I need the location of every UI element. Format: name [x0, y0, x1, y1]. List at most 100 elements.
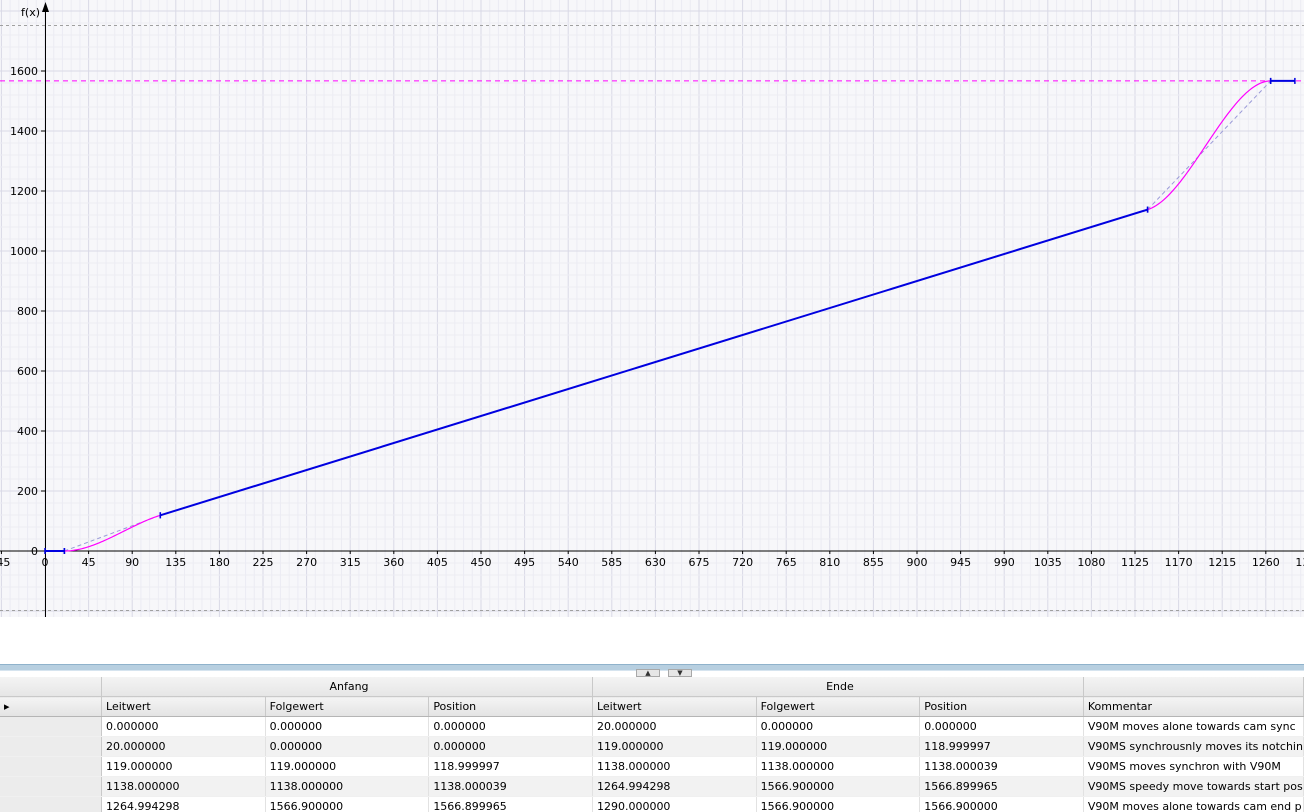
cell-start-leitwert[interactable]: 20.000000: [101, 736, 266, 757]
table-group-header-row: Anfang Ende: [0, 677, 1304, 697]
col-header-start-folgewert[interactable]: Folgewert: [265, 696, 430, 717]
x-tick-label: -45: [0, 556, 10, 569]
cell-start-position[interactable]: 1138.000039: [428, 776, 593, 797]
chart-canvas[interactable]: -45 0 45 90 135 180 225 270 315 360 405 450 495 540 58…: [0, 0, 1304, 617]
col-header-end-folgewert[interactable]: Folgewert: [756, 696, 921, 717]
col-header-end-leitwert[interactable]: Leitwert: [592, 696, 757, 717]
collapse-down-button[interactable]: ▼: [668, 669, 692, 677]
cell-start-position[interactable]: 1566.899965: [428, 796, 593, 812]
y-tick-label: 1400: [10, 125, 38, 138]
y-tick-label: 1200: [10, 185, 38, 198]
table-row[interactable]: 119.000000 119.000000 118.999997 1138.00…: [0, 756, 1304, 777]
cell-end-leitwert[interactable]: 119.000000: [592, 736, 757, 757]
cell-start-leitwert[interactable]: 119.000000: [101, 756, 266, 777]
cell-end-leitwert[interactable]: 1290.000000: [592, 796, 757, 812]
x-tick-label: 90: [125, 556, 139, 569]
x-tick-label: 900: [907, 556, 928, 569]
col-header-end-position[interactable]: Position: [919, 696, 1084, 717]
cell-end-position[interactable]: 1566.900000: [919, 796, 1084, 812]
x-tick-label: 225: [253, 556, 274, 569]
x-tick-label: 585: [601, 556, 622, 569]
cell-end-folgewert[interactable]: 0.000000: [756, 716, 921, 737]
group-header-end: Ende: [592, 677, 1084, 697]
x-tick-label: 1125: [1121, 556, 1149, 569]
cell-start-folgewert[interactable]: 1138.000000: [265, 776, 430, 797]
cell-start-folgewert[interactable]: 119.000000: [265, 756, 430, 777]
x-tick-label: 630: [645, 556, 666, 569]
collapse-up-button[interactable]: ▲: [636, 669, 660, 677]
row-header-cell[interactable]: [0, 756, 103, 777]
cell-start-folgewert[interactable]: 1566.900000: [265, 796, 430, 812]
y-axis-label: f(x): [21, 6, 40, 19]
cell-end-folgewert[interactable]: 1566.900000: [756, 776, 921, 797]
cell-end-position[interactable]: 1566.899965: [919, 776, 1084, 797]
row-header-cell[interactable]: [0, 776, 103, 797]
col-header-start-position[interactable]: Position: [428, 696, 593, 717]
x-tick-label: 945: [950, 556, 971, 569]
group-header-start: Anfang: [101, 677, 593, 697]
cell-start-position[interactable]: 0.000000: [428, 716, 593, 737]
cell-end-position[interactable]: 0.000000: [919, 716, 1084, 737]
cell-kommentar[interactable]: V90M moves alone towards cam end p: [1083, 796, 1304, 812]
table-row[interactable]: 20.000000 0.000000 0.000000 119.000000 1…: [0, 736, 1304, 757]
col-header-kommentar[interactable]: Kommentar: [1083, 696, 1304, 717]
x-tick-label: 495: [514, 556, 535, 569]
x-tick-label: 360: [383, 556, 404, 569]
cell-kommentar[interactable]: V90MS synchrousnly moves its notchin: [1083, 736, 1304, 757]
cam-segment-table[interactable]: Anfang Ende ▸ Leitwert Folgewert Positio…: [0, 677, 1304, 812]
row-header-corner: [0, 677, 103, 697]
x-tick-label: 540: [558, 556, 579, 569]
cell-start-leitwert[interactable]: 1264.994298: [101, 796, 266, 812]
x-tick-label: 135: [165, 556, 186, 569]
x-tick-label: 315: [340, 556, 361, 569]
table-row[interactable]: 0.000000 0.000000 0.000000 20.000000 0.0…: [0, 716, 1304, 737]
cell-end-leitwert[interactable]: 1264.994298: [592, 776, 757, 797]
cell-end-folgewert[interactable]: 119.000000: [756, 736, 921, 757]
cell-start-folgewert[interactable]: 0.000000: [265, 736, 430, 757]
cell-kommentar[interactable]: V90M moves alone towards cam sync: [1083, 716, 1304, 737]
cell-start-leitwert[interactable]: 1138.000000: [101, 776, 266, 797]
col-header-start-leitwert[interactable]: Leitwert: [101, 696, 266, 717]
table-column-header-row: ▸ Leitwert Folgewert Position Leitwert F…: [0, 696, 1304, 717]
x-tick-label: 765: [776, 556, 797, 569]
cell-end-leitwert[interactable]: 20.000000: [592, 716, 757, 737]
x-tick-label: 720: [732, 556, 753, 569]
x-tick-label: 180: [209, 556, 230, 569]
cell-end-position[interactable]: 118.999997: [919, 736, 1084, 757]
grid: [0, 0, 1304, 617]
x-tick-label: 675: [689, 556, 710, 569]
cell-start-position[interactable]: 118.999997: [428, 756, 593, 777]
x-tick-label: 990: [994, 556, 1015, 569]
x-tick-label: 1305: [1295, 556, 1304, 569]
x-tick-label: 810: [819, 556, 840, 569]
cell-start-position[interactable]: 0.000000: [428, 736, 593, 757]
x-tick-label: 1080: [1077, 556, 1105, 569]
cell-end-position[interactable]: 1138.000039: [919, 756, 1084, 777]
cell-end-folgewert[interactable]: 1566.900000: [756, 796, 921, 812]
cell-end-leitwert[interactable]: 1138.000000: [592, 756, 757, 777]
cell-kommentar[interactable]: V90MS speedy move towards start pos: [1083, 776, 1304, 797]
cell-kommentar[interactable]: V90MS moves synchron with V90M: [1083, 756, 1304, 777]
row-header-corner-2: ▸: [0, 696, 103, 717]
x-tick-label: 0: [42, 556, 49, 569]
table-row[interactable]: 1138.000000 1138.000000 1138.000039 1264…: [0, 776, 1304, 797]
y-tick-label: 0: [31, 545, 38, 558]
y-tick-label: 400: [17, 425, 38, 438]
row-header-cell[interactable]: [0, 796, 103, 812]
x-tick-label: 405: [427, 556, 448, 569]
cell-start-leitwert[interactable]: 0.000000: [101, 716, 266, 737]
x-tick-label: 1170: [1165, 556, 1193, 569]
y-tick-label: 800: [17, 305, 38, 318]
x-tick-label: 1260: [1252, 556, 1280, 569]
cell-start-folgewert[interactable]: 0.000000: [265, 716, 430, 737]
cell-end-folgewert[interactable]: 1138.000000: [756, 756, 921, 777]
x-tick-label: 1215: [1208, 556, 1236, 569]
x-tick-label: 1035: [1034, 556, 1062, 569]
x-tick-label: 270: [296, 556, 317, 569]
cam-profile-chart[interactable]: -45 0 45 90 135 180 225 270 315 360 405 450 495 540 58…: [0, 0, 1304, 617]
y-tick-label: 600: [17, 365, 38, 378]
row-header-cell[interactable]: [0, 716, 103, 737]
table-row[interactable]: 1264.994298 1566.900000 1566.899965 1290…: [0, 796, 1304, 812]
row-header-cell[interactable]: [0, 736, 103, 757]
group-header-blank: [1083, 677, 1304, 697]
